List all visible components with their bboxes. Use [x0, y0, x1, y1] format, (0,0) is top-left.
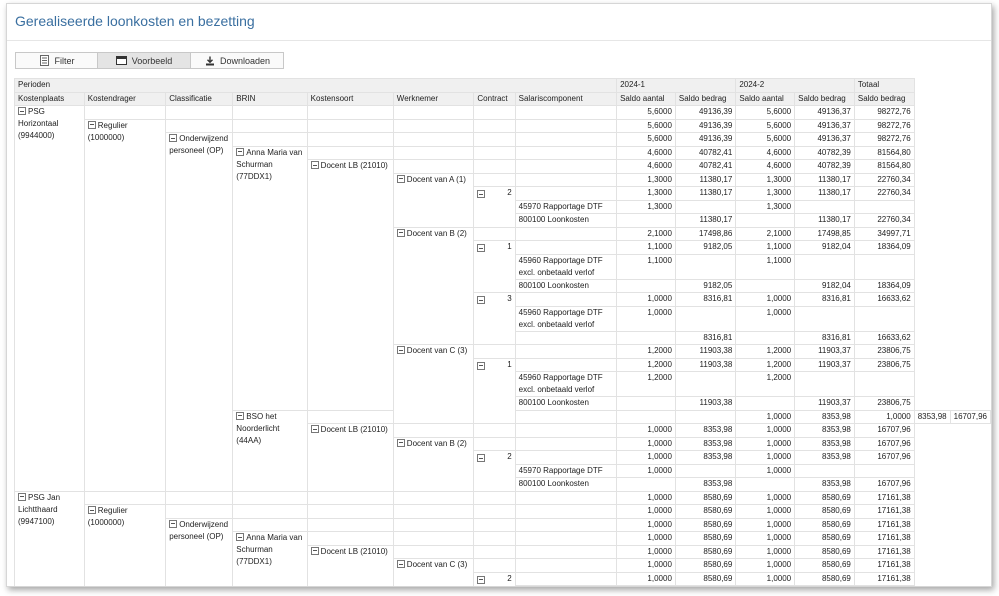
cell-contract-3: 3 [473, 292, 516, 345]
table-row: Regulier (1000000) 1,0000 8580,69 1,0000 85… [15, 504, 991, 586]
cell-kostenplaats-psg-jan: PSG Jan Lichtthaard (9947100) [14, 490, 85, 586]
filter-button[interactable]: Filter [15, 52, 98, 69]
cell-brin-bso: BSO het Noorderlicht (44AA) [232, 409, 308, 492]
filter-document-icon [39, 55, 51, 67]
cell-contract-2: 2 [473, 186, 516, 228]
collapse-toggle-icon[interactable] [396, 346, 405, 354]
cell-contract-1b: 1 [473, 357, 516, 424]
collapse-toggle-icon[interactable] [477, 296, 486, 304]
filter-label: Filter [54, 55, 75, 66]
collapse-toggle-icon[interactable] [87, 506, 96, 514]
cell-kostendrager-regulier-2: Regulier (1000000) [83, 504, 167, 586]
cell-werknemer-docent-b2: Docent van B (2) [392, 226, 475, 345]
header-saldo-bedrag-1: Saldo bedrag [674, 91, 737, 106]
collapse-toggle-icon[interactable] [477, 190, 486, 198]
header-saldo-aantal-2: Saldo aantal [735, 91, 796, 106]
header-saldo-bedrag-2: Saldo bedrag [794, 91, 855, 106]
collapse-toggle-icon[interactable] [396, 438, 405, 447]
preview-button[interactable]: Voorbeeld [97, 52, 191, 69]
pivot-table: Perioden 2024-1 2024-2 Totaal Kostenplaa… [13, 78, 991, 586]
cell-kostensoort-docent-lb-2: Docent LB (21010) [306, 423, 394, 492]
cell-contract-2b: 2 [473, 450, 516, 492]
collapse-toggle-icon[interactable] [18, 492, 26, 501]
download-label: Downloaden [219, 55, 271, 66]
collapse-toggle-icon[interactable] [18, 107, 26, 115]
pivot-table-container: Perioden 2024-1 2024-2 Totaal Kostenplaa… [13, 78, 991, 586]
header-kostenplaats: Kostenplaats [14, 91, 85, 106]
cell-werknemer-docent-b2-2: Docent van B (2) [392, 436, 475, 492]
collapse-toggle-icon[interactable] [236, 147, 245, 156]
collapse-toggle-icon[interactable] [477, 244, 486, 252]
preview-window-icon [116, 55, 128, 67]
header-row-columns: Kostenplaats Kostendrager Classificatie … [14, 91, 991, 106]
collapse-toggle-icon[interactable] [310, 425, 319, 433]
header-salariscomponent: Salariscomponent [514, 91, 618, 106]
cell-kostenplaats-psg-horizontaal: PSG Horizontaal (9944000) [14, 105, 85, 492]
download-icon [204, 55, 216, 67]
cell-contract-1: 1 [473, 240, 516, 293]
collapse-toggle-icon[interactable] [169, 519, 178, 528]
preview-label: Voorbeeld [131, 55, 173, 66]
header-perioden: Perioden [13, 78, 618, 93]
collapse-toggle-icon[interactable] [310, 546, 319, 555]
header-period-2024-2: 2024-2 [735, 78, 855, 93]
cell-classificatie-op: Onderwijzend personeel (OP) [165, 132, 234, 492]
header-kostendrager: Kostendrager [83, 91, 167, 106]
cell-kostensoort-docent-lb-3: Docent LB (21010) [306, 544, 394, 586]
header-contract: Contract [473, 91, 516, 106]
cell-kostendrager-regulier: Regulier (1000000) [83, 118, 167, 492]
collapse-toggle-icon[interactable] [477, 454, 486, 462]
cell-brin-anna-maria: Anna Maria van Schurman (77DDX1) [232, 145, 308, 411]
cell-werknemer-docent-c3: Docent van C (3) [392, 344, 475, 424]
collapse-toggle-icon[interactable] [477, 575, 486, 584]
cell-contract-2c: 2 [473, 571, 516, 586]
toolbar: Filter Voorbeeld Downloaden [15, 52, 284, 69]
collapse-toggle-icon[interactable] [396, 560, 405, 568]
download-button[interactable]: Downloaden [190, 52, 284, 69]
table-row: Regulier (1000000) 5,6000 49136,39 5,6000 4… [15, 118, 991, 492]
header-werknemer: Werknemer [392, 91, 475, 106]
table-row: PSG Jan Lichtthaard (9947100) 1,0000 8580… [14, 490, 991, 586]
header-saldo-bedrag-totaal: Saldo bedrag [853, 91, 915, 106]
collapse-toggle-icon[interactable] [87, 120, 96, 129]
page-title: Gerealiseerde loonkosten en bezetting [15, 13, 255, 29]
collapse-toggle-icon[interactable] [169, 134, 178, 142]
header-brin: BRIN [232, 91, 308, 106]
cell-werknemer-docent-a1: Docent van A (1) [392, 172, 475, 228]
header-kostensoort: Kostensoort [306, 91, 394, 106]
cell-brin-anna-maria-2: Anna Maria van Schurman (77DDX1) [232, 531, 308, 586]
collapse-toggle-icon[interactable] [396, 228, 405, 237]
cell-kostensoort-docent-lb: Docent LB (21010) [306, 159, 394, 411]
header-classificatie: Classificatie [165, 91, 234, 106]
collapse-toggle-icon[interactable] [396, 174, 405, 183]
header-totaal: Totaal [853, 78, 915, 93]
collapse-toggle-icon[interactable] [236, 411, 245, 420]
title-divider [7, 40, 991, 41]
collapse-toggle-icon[interactable] [477, 361, 486, 370]
collapse-toggle-icon[interactable] [310, 161, 319, 169]
report-window: Gerealiseerde loonkosten en bezetting Fi… [6, 3, 992, 587]
collapse-toggle-icon[interactable] [236, 533, 245, 541]
header-row-periods: Perioden 2024-1 2024-2 Totaal [13, 78, 991, 93]
cell-classificatie-op-2: Onderwijzend personeel (OP) [165, 517, 234, 586]
table-row: PSG Horizontaal (9944000) 5,6000 49136,39… [14, 105, 991, 492]
header-saldo-aantal-1: Saldo aantal [616, 91, 676, 106]
header-period-2024-1: 2024-1 [616, 78, 737, 93]
cell-werknemer-docent-c3-2: Docent van C (3) [392, 558, 475, 586]
